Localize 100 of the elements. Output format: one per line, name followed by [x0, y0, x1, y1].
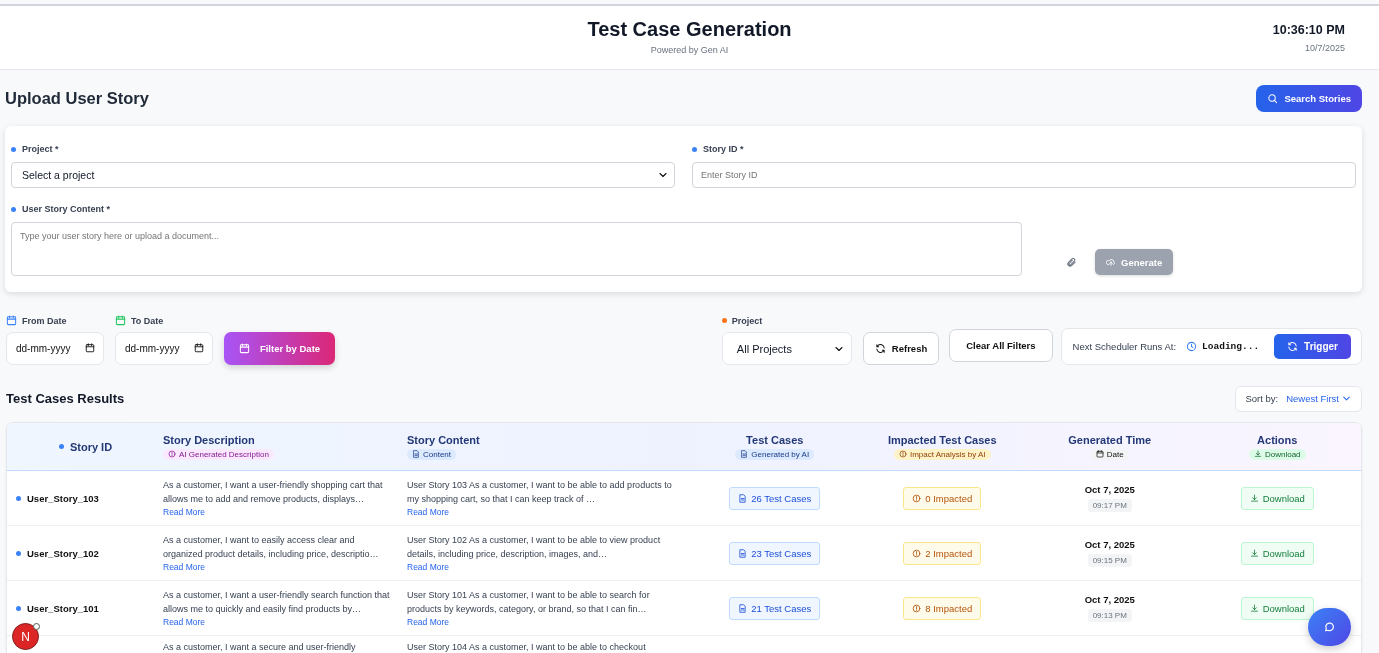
calendar-icon [6, 315, 17, 326]
generated-date: Oct 7, 2025 [1084, 594, 1135, 605]
impacted-badge: 2 Impacted [903, 541, 982, 565]
info-icon [912, 548, 922, 558]
column-badge: Impact Analysis by AI [893, 448, 991, 460]
read-more-link[interactable]: Read More [163, 616, 206, 628]
column-header: Generated Time [1068, 433, 1152, 446]
story-description: As a customer, I want a user-friendly shopping cart that allows me to add and remove products, displays… [163, 479, 384, 506]
story-id: User_Story_103 [27, 492, 99, 504]
document-icon [740, 450, 749, 458]
project-filter-select[interactable]: All Projects [721, 332, 852, 365]
section-title: Upload User Story [5, 89, 149, 108]
sort-select[interactable]: Sort by: Newest First [1235, 385, 1362, 412]
search-icon [1267, 93, 1279, 104]
label-dot-icon [721, 318, 727, 323]
refresh-button[interactable]: Refresh [862, 332, 940, 365]
document-icon [412, 450, 420, 458]
column-header: Story Content [407, 433, 481, 446]
field-label: From Date [22, 315, 67, 326]
field-label: To Date [131, 315, 164, 326]
story-content: User Story 101 As a customer, I want to be able to search for products by keywords, category, or brand, so that I can fin… [407, 589, 651, 616]
column-header: Story Description [163, 433, 256, 446]
date-field[interactable]: dd-mm-yyyy [115, 332, 213, 365]
info-icon [898, 450, 907, 458]
test-cases-button[interactable]: 26 Test Cases [729, 486, 821, 510]
row-dot-icon [16, 550, 21, 556]
calendar-icon [194, 343, 204, 353]
column-header: Story ID [69, 440, 113, 453]
read-more-link[interactable]: Read More [163, 506, 206, 518]
filter-by-date-button[interactable]: Filter by Date [224, 332, 335, 365]
row-dot-icon [16, 605, 21, 611]
download-icon [1253, 450, 1262, 458]
row-dot-icon [16, 495, 21, 501]
clock-icon [1186, 341, 1198, 352]
clock-date: 10/7/2025 [1304, 43, 1345, 53]
chat-bubble-icon [1323, 620, 1336, 634]
story-id: User_Story_102 [27, 547, 99, 559]
story-id: User_Story_101 [27, 602, 99, 614]
calendar-icon [115, 315, 126, 326]
info-icon [168, 450, 176, 458]
read-more-link[interactable]: Read More [407, 561, 450, 573]
column-header: Impacted Test Cases [887, 433, 997, 446]
generated-time: 09:17 PM [1087, 499, 1132, 512]
story-id-field[interactable]: Enter Story ID [692, 162, 1356, 188]
section-title: Test Cases Results [6, 391, 125, 406]
label-dot-icon [692, 146, 697, 152]
calendar-icon [1095, 450, 1104, 458]
column-badge: Date [1090, 448, 1129, 460]
date-field[interactable]: dd-mm-yyyy [6, 332, 104, 365]
document-icon [738, 603, 748, 613]
clear-filters-button[interactable]: Clear All Filters [949, 329, 1053, 362]
generated-time: 09:15 PM [1087, 554, 1132, 567]
trigger-button[interactable]: Trigger [1274, 334, 1351, 359]
info-icon [912, 493, 922, 503]
download-icon [1249, 603, 1259, 613]
download-icon [1249, 493, 1259, 503]
generated-date: Oct 7, 2025 [1084, 484, 1135, 495]
test-cases-button[interactable]: 23 Test Cases [729, 541, 821, 565]
document-icon [738, 548, 748, 558]
column-dot-icon [58, 444, 64, 449]
column-badge: Content [407, 448, 457, 460]
read-more-link[interactable]: Read More [163, 561, 206, 573]
story-content: User Story 104 As a customer, I want to be able to checkout [407, 641, 646, 653]
story-content: User Story 102 As a customer, I want to be able to view product details, including price, description, images, and… [407, 534, 662, 561]
field-label: Project * [22, 144, 59, 154]
calendar-icon [238, 343, 250, 354]
download-button[interactable]: Download [1240, 541, 1314, 565]
column-header: Test Cases [746, 433, 804, 446]
test-cases-button[interactable]: 21 Test Cases [729, 596, 821, 620]
field-label: User Story Content * [22, 204, 110, 214]
story-description: As a customer, I want to easily access clear and organized product details, including price, descriptio… [163, 534, 380, 561]
label-dot-icon [11, 206, 16, 212]
column-header: Actions [1257, 433, 1298, 446]
user-story-field[interactable]: Type your user story here or upload a document... [11, 222, 1022, 276]
attach-button[interactable] [1066, 256, 1077, 268]
column-badge: Generated by AI [735, 448, 815, 460]
clock-time: 10:36:10 PM [1272, 23, 1345, 37]
scheduler-label: Next Scheduler Runs At: [1072, 341, 1177, 352]
upload-cloud-icon [1106, 257, 1116, 267]
impacted-badge: 0 Impacted [903, 486, 982, 510]
project-select[interactable]: Select a project [11, 162, 675, 188]
story-description: As a customer, I want a secure and user-friendly [163, 641, 356, 653]
refresh-icon [874, 343, 886, 354]
info-icon [912, 603, 922, 613]
calendar-icon [85, 343, 95, 353]
field-label: Story ID * [703, 144, 744, 154]
page-title: Test Case Generation [587, 18, 792, 41]
download-button[interactable]: Download [1240, 486, 1314, 510]
search-stories-button[interactable]: Search Stories [1256, 85, 1362, 112]
generated-time: 09:13 PM [1087, 609, 1132, 622]
generated-date: Oct 7, 2025 [1084, 539, 1135, 550]
scheduler-status: Loading... [1202, 341, 1260, 352]
page-subtitle: Powered by Gen AI [650, 45, 729, 55]
download-button[interactable]: Download [1240, 596, 1314, 620]
document-icon [738, 493, 748, 503]
field-label: Project [731, 315, 763, 326]
story-description: As a customer, I want a user-friendly search function that allows me to quickly and easily find products by… [163, 589, 391, 616]
chevron-down-icon [1341, 393, 1352, 404]
read-more-link[interactable]: Read More [407, 616, 450, 628]
read-more-link[interactable]: Read More [407, 506, 450, 518]
